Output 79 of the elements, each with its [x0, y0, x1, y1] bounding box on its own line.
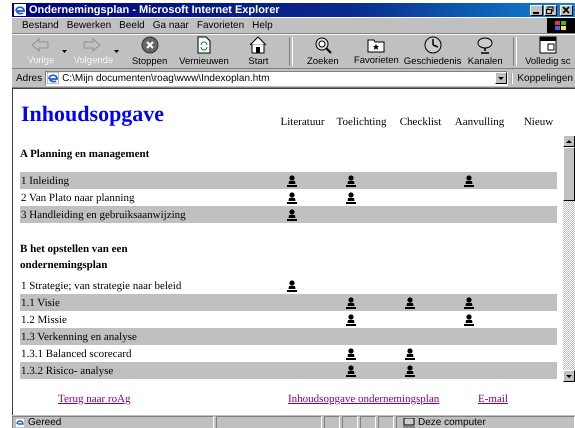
person-icon[interactable]	[346, 364, 356, 376]
down-arrow-icon[interactable]	[566, 374, 572, 378]
column-header: Toelichting	[336, 116, 388, 128]
minimize-button[interactable]	[530, 4, 543, 16]
footer-link[interactable]: Inhoudsopgave ondernemingsplan	[288, 392, 440, 404]
restore-icon	[545, 6, 556, 14]
person-icon[interactable]	[286, 174, 296, 186]
close-icon	[561, 6, 572, 14]
toolbar-button[interactable]: Zoeken	[296, 35, 350, 68]
address-label: Adres	[16, 72, 42, 84]
status-panel	[342, 416, 358, 428]
window-title: Ondernemingsplan - Microsoft Internet Explorer	[29, 4, 281, 16]
toolbar-button[interactable]: Kanalen	[462, 35, 509, 68]
row-label: 1.2 Missie	[20, 314, 68, 326]
person-icon[interactable]	[346, 192, 356, 204]
toolbar-button[interactable]: Geschiedenis	[404, 35, 462, 68]
status-panel	[324, 416, 340, 428]
row-label: 1 Strategie; van strategie naar beleid	[20, 280, 182, 292]
person-icon[interactable]	[286, 280, 296, 292]
close-button[interactable]	[560, 4, 573, 16]
row-label: 1.1 Visie	[20, 296, 61, 308]
toolbar-button[interactable]: Stoppen	[123, 35, 176, 68]
status-panel	[378, 416, 394, 428]
address-field[interactable]: C:\Mijn documenten\roag\www\Indexoplan.htm	[45, 70, 508, 86]
minimize-icon	[533, 12, 539, 14]
forward-arrow-icon	[83, 38, 102, 52]
status-panel	[360, 416, 376, 428]
caret-icon	[498, 76, 504, 80]
footer-link[interactable]: E-mail	[478, 392, 508, 404]
restore-button[interactable]	[544, 4, 557, 16]
dropdown-button[interactable]	[495, 72, 508, 84]
row-label: 1.3.2 Risico- analyse	[20, 364, 114, 376]
toolbar-button[interactable]: Favorieten	[349, 35, 404, 68]
column-header: Nieuw	[522, 116, 554, 128]
windows-logo-icon	[547, 18, 575, 33]
row-label: 1.3 Verkenning en analyse	[20, 330, 138, 342]
footer-link[interactable]: Terug naar roAg	[58, 392, 131, 404]
person-icon[interactable]	[404, 364, 414, 376]
section-heading: A Planning en management	[20, 147, 150, 162]
menu-item[interactable]: Beeld	[117, 20, 151, 31]
person-icon[interactable]	[346, 174, 356, 186]
person-icon[interactable]	[464, 174, 474, 186]
person-icon[interactable]	[346, 296, 356, 308]
toolbar-button[interactable]: Volledig sc	[520, 35, 575, 68]
toolbar-button[interactable]: Vernieuwen	[176, 35, 232, 68]
row-label: 2 Van Plato naar planning	[20, 192, 136, 204]
column-header: Literatuur	[280, 116, 326, 128]
links-button[interactable]: Koppelingen	[511, 72, 575, 84]
dropdown-caret-icon	[62, 50, 67, 53]
person-icon[interactable]	[346, 348, 356, 360]
menu-item[interactable]: Bewerken	[64, 20, 118, 31]
person-icon[interactable]	[286, 192, 296, 204]
page-icon	[47, 72, 60, 84]
back-arrow-icon	[30, 38, 49, 52]
person-icon[interactable]	[404, 296, 414, 308]
person-icon[interactable]	[346, 314, 356, 326]
status-text: Gereed	[28, 417, 62, 428]
person-icon[interactable]	[464, 296, 474, 308]
row-label: 3 Handleiding en gebruiksaanwijzing	[20, 208, 187, 220]
row-label: 1.3.1 Balanced scorecard	[20, 348, 133, 360]
page-title: Inhoudsopgave	[21, 100, 166, 126]
person-icon[interactable]	[464, 314, 474, 326]
person-icon[interactable]	[286, 208, 296, 220]
column-header: Aanvulling	[454, 116, 506, 128]
section-heading: B het opstellen van een ondernemingsplan	[20, 242, 129, 273]
menu-item[interactable]: Favorieten	[194, 20, 250, 31]
menu-item[interactable]: Bestand	[20, 20, 65, 31]
scrollbar[interactable]	[563, 136, 575, 382]
folder-icon	[367, 37, 386, 53]
menu-item[interactable]: Ga naar	[150, 20, 195, 31]
dropdown-caret-icon	[114, 50, 120, 53]
scroll-thumb[interactable]	[563, 147, 575, 201]
zone-text: Deze computer	[418, 417, 486, 428]
row-label: 1 Inleiding	[20, 174, 70, 186]
toolbar-button[interactable]: Start	[232, 35, 285, 68]
person-icon[interactable]	[404, 348, 414, 360]
column-header: Checklist	[398, 116, 442, 128]
menu-item[interactable]: Help	[250, 20, 279, 31]
up-arrow-icon[interactable]	[566, 140, 572, 142]
